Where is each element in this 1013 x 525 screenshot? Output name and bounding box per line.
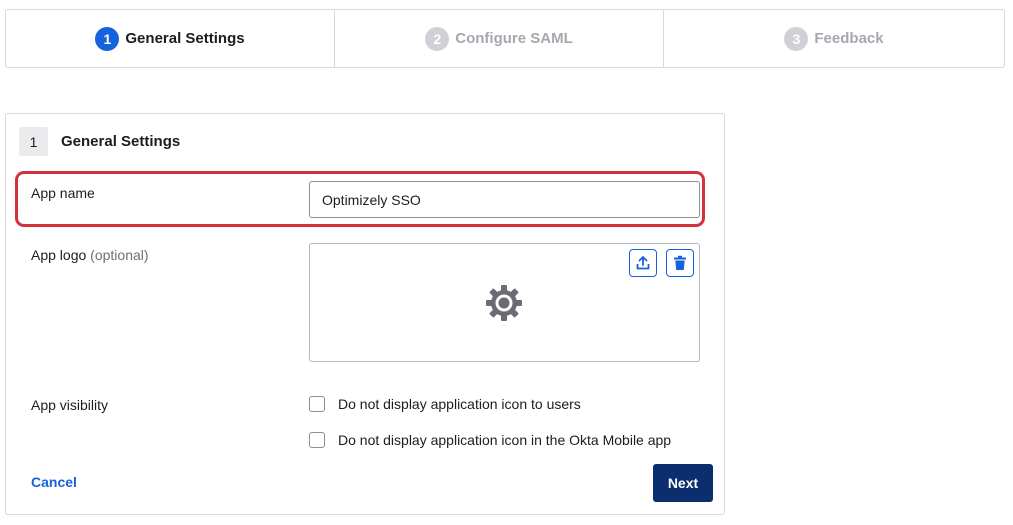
- section-header: 1 General Settings: [19, 127, 180, 156]
- app-name-label: App name: [31, 185, 95, 201]
- hide-icon-users-option[interactable]: Do not display application icon to users: [309, 396, 581, 412]
- upload-logo-button[interactable]: [629, 249, 657, 277]
- hide-icon-mobile-label[interactable]: Do not display application icon in the O…: [338, 432, 671, 448]
- optional-note: (optional): [90, 247, 149, 263]
- section-number: 1: [19, 127, 48, 156]
- step-label: Configure SAML: [455, 30, 573, 47]
- step-label: General Settings: [125, 30, 245, 47]
- hide-icon-users-label[interactable]: Do not display application icon to users: [338, 396, 581, 412]
- gear-icon: [486, 285, 522, 321]
- step-general-settings[interactable]: 1 General Settings: [6, 10, 335, 67]
- app-logo-label-text: App logo: [31, 247, 87, 263]
- app-logo-dropzone[interactable]: [309, 243, 700, 362]
- app-logo-label: App logo (optional): [31, 247, 149, 263]
- app-name-input[interactable]: [309, 181, 700, 218]
- step-number-badge: 3: [784, 26, 809, 51]
- trash-icon: [674, 255, 686, 270]
- step-label: Feedback: [814, 30, 884, 47]
- step-configure-saml[interactable]: 2 Configure SAML: [335, 10, 664, 67]
- step-feedback[interactable]: 3 Feedback: [664, 10, 1004, 67]
- wizard-stepper: 1 General Settings 2 Configure SAML 3 Fe…: [5, 9, 1005, 68]
- hide-icon-users-checkbox[interactable]: [309, 396, 325, 412]
- hide-icon-mobile-checkbox[interactable]: [309, 432, 325, 448]
- step-number-badge: 1: [95, 26, 120, 51]
- hide-icon-mobile-option[interactable]: Do not display application icon in the O…: [309, 432, 671, 448]
- section-title: General Settings: [61, 133, 181, 150]
- next-button[interactable]: Next: [653, 464, 713, 502]
- delete-logo-button[interactable]: [666, 249, 694, 277]
- upload-icon: [636, 256, 650, 270]
- general-settings-panel: 1 General Settings App name App logo (op…: [5, 113, 725, 515]
- cancel-button[interactable]: Cancel: [31, 474, 77, 490]
- app-visibility-label: App visibility: [31, 397, 109, 413]
- step-number-badge: 2: [425, 26, 450, 51]
